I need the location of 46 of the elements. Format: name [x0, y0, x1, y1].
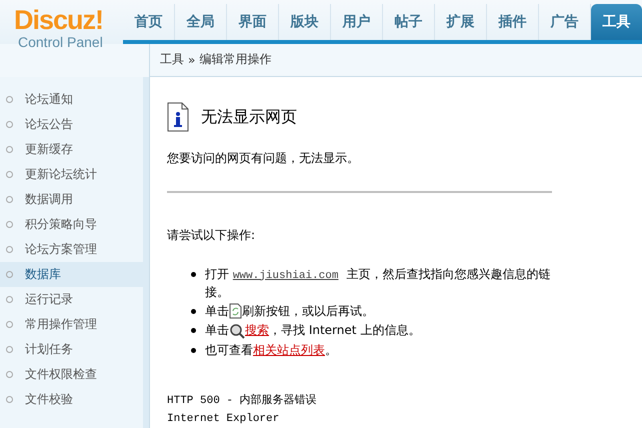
error-title: 无法显示网页 [201, 106, 297, 128]
browser-name: Internet Explorer [167, 412, 280, 427]
nav-tab[interactable]: 扩展 [435, 4, 487, 40]
sidebar-item[interactable]: 文件权限检查 [0, 362, 143, 387]
error-code: HTTP 500 - 内部服务器错误 [167, 392, 318, 409]
logo-subtitle: Control Panel [18, 34, 103, 50]
sidebar-item[interactable]: 更新论坛统计 [0, 162, 143, 187]
suggestions-heading: 请尝试以下操作: [167, 226, 256, 244]
sidebar-item[interactable]: 更新缓存 [0, 137, 143, 162]
bullet-icon [191, 308, 196, 314]
breadcrumb-separator: » [188, 52, 196, 67]
bullet-icon [191, 328, 196, 334]
sidebar-item[interactable]: 运行记录 [0, 287, 143, 312]
refresh-icon [229, 303, 242, 320]
sidebar-item[interactable]: 数据库 [0, 262, 143, 287]
logo-title: Discuz! [14, 6, 104, 34]
sidebar-item[interactable]: 论坛公告 [0, 112, 143, 137]
sidebar-item[interactable]: 数据调用 [0, 187, 143, 212]
search-icon [229, 323, 245, 339]
nav-tab[interactable]: 帖子 [383, 4, 435, 40]
sidebar-item[interactable]: 计划任务 [0, 337, 143, 362]
bullet-icon [191, 348, 196, 353]
nav-tab[interactable]: 首页 [123, 4, 175, 40]
sidebar-item[interactable]: 论坛方案管理 [0, 237, 143, 262]
sidebar-item[interactable]: 常用操作管理 [0, 312, 143, 337]
suggestion-text: 也可查看相关站点列表。 [205, 342, 337, 358]
suggestion-text: 打开 www.jiushiai.com 主页，然后查找指向您感兴趣信息的链接。 [205, 266, 551, 300]
suggestion-text: 单击 搜索，寻找 Internet 上的信息。 [205, 322, 420, 339]
info-icon [167, 102, 189, 132]
nav-tab[interactable]: 工具 [591, 4, 642, 40]
nav-tab[interactable]: 用户 [331, 4, 383, 40]
suggestion-text: 单击 刷新按钮，或以后再试。 [205, 302, 374, 320]
sidebar-item[interactable]: 积分策略向导 [0, 212, 143, 237]
sidebar-item[interactable]: 论坛通知 [0, 87, 143, 112]
error-message: 您要访问的网页有问题，无法显示。 [167, 150, 360, 167]
breadcrumb-link[interactable]: 工具 [160, 51, 184, 68]
suggestion-link[interactable]: www.jiushiai.com [232, 270, 338, 282]
nav-tab[interactable]: 全局 [175, 4, 227, 40]
sidebar-item[interactable]: 文件校验 [0, 387, 143, 412]
suggestion-link[interactable]: 搜索 [245, 323, 269, 338]
breadcrumb-current: 编辑常用操作 [199, 51, 272, 68]
nav-tab[interactable]: 插件 [487, 4, 539, 40]
nav-tab[interactable]: 版块 [279, 4, 331, 40]
suggestion-link[interactable]: 相关站点列表 [253, 343, 325, 357]
bullet-icon [191, 272, 196, 277]
nav-tab[interactable]: 界面 [227, 4, 279, 40]
